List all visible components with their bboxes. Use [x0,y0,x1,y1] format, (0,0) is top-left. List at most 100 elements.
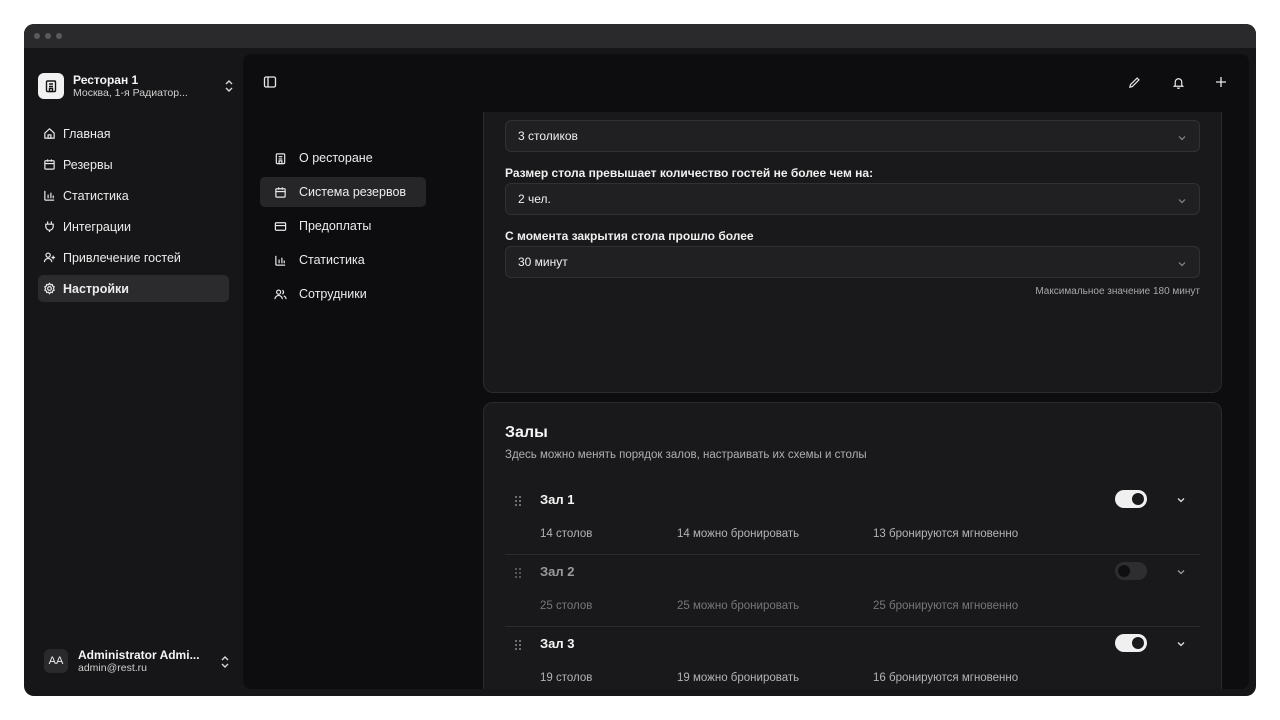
user-plus-icon [43,252,56,263]
main-nav: Главная Резервы Статистика Интеграции Пр… [38,120,229,306]
chevron-down-icon[interactable] [1173,564,1189,580]
card-icon [274,221,287,231]
main-panel: О ресторане Система резервов Предоплаты … [243,54,1249,689]
chevron-down-icon [1177,132,1187,146]
gear-icon [44,282,55,295]
closing-time-value: 30 минут [518,255,568,269]
notifications-button[interactable] [1167,71,1189,93]
top-bar [243,54,1249,112]
bar-chart-icon [275,255,286,266]
settings-nav-label: Предоплаты [299,219,372,233]
plus-icon [1216,77,1226,87]
add-button[interactable] [1210,71,1232,93]
drag-handle-icon[interactable] [514,566,522,584]
hall-bookable-count: 25 можно бронировать [677,600,800,612]
nav-item-label: Интеграции [63,219,132,234]
settings-nav-prepayments[interactable]: Предоплаты [260,211,426,241]
settings-nav-reserve-system[interactable]: Система резервов [260,177,426,207]
nav-item-home[interactable]: Главная [38,120,229,147]
plug-icon [45,221,54,233]
user-email: admin@rest.ru [78,661,148,674]
settings-nav-label: Статистика [299,253,365,267]
tables-count-value: 3 столиков [518,129,578,143]
restaurant-switcher[interactable]: Ресторан 1 Москва, 1-я Радиатор... [38,68,234,104]
hall-instant-count: 16 бронируются мгновенно [873,672,1019,684]
halls-card: Залы Здесь можно менять порядок залов, н… [483,402,1222,689]
drag-handle-icon[interactable] [514,638,522,656]
drag-handle-icon[interactable] [514,494,522,512]
sidebar: Ресторан 1 Москва, 1-я Радиатор... Главн… [24,48,243,696]
hall-enabled-toggle[interactable] [1115,562,1147,580]
settings-nav-label: Система резервов [299,185,407,199]
hall-instant-count: 13 бронируются мгновенно [873,528,1019,540]
settings-nav: О ресторане Система резервов Предоплаты … [260,143,426,313]
restaurant-logo-icon [38,73,64,99]
hall-enabled-toggle[interactable] [1115,490,1147,508]
settings-nav-label: Сотрудники [299,287,367,301]
closing-time-select[interactable]: 30 минут [505,246,1200,278]
nav-item-integrations[interactable]: Интеграции [38,213,229,240]
calendar-icon [44,159,55,170]
nav-item-reserves[interactable]: Резервы [38,151,229,178]
table-size-select[interactable]: 2 чел. [505,183,1200,215]
bar-chart-icon [44,190,55,201]
hall-name: Зал 1 [540,492,575,507]
sidebar-toggle-icon [263,76,277,88]
settings-nav-about[interactable]: О ресторане [260,143,426,173]
nav-item-statistics[interactable]: Статистика [38,182,229,209]
nav-item-label: Резервы [63,157,113,172]
chevron-down-icon[interactable] [1173,492,1189,508]
halls-subtitle: Здесь можно менять порядок залов, настра… [505,449,867,461]
app-window: Ресторан 1 Москва, 1-я Радиатор... Главн… [24,24,1256,696]
building-icon [275,152,286,164]
hall-tables-count: 19 столов [540,672,593,684]
home-icon [44,128,55,139]
avatar: AA [44,649,68,673]
chevron-up-down-icon [220,655,230,674]
chevron-down-icon [1177,258,1187,272]
table-size-value: 2 чел. [518,192,551,206]
hall-enabled-toggle[interactable] [1115,634,1147,652]
hall-tables-count: 25 столов [540,600,593,612]
window-controls[interactable] [34,33,62,39]
nav-item-label: Статистика [63,188,129,203]
hall-row: Зал 2 25 столов 25 можно бронировать 25 … [505,555,1200,627]
table-size-label: Размер стола превышает количество гостей… [505,166,874,180]
tables-count-select[interactable]: 3 столиков [505,120,1200,152]
hall-bookable-count: 14 можно бронировать [677,528,800,540]
edit-button[interactable] [1123,71,1145,93]
nav-item-label: Привлечение гостей [63,250,181,265]
halls-title: Залы [505,424,548,441]
hall-name: Зал 3 [540,636,575,651]
nav-item-label: Настройки [63,281,129,296]
calendar-icon [275,186,286,198]
reserve-settings-card: 3 столиков Размер стола превышает количе… [483,112,1222,393]
closing-time-label: С момента закрытия стола прошло более [505,229,754,243]
chevron-down-icon [1177,195,1187,209]
user-name: Administrator Admi... [78,647,200,662]
chevron-up-down-icon [224,79,234,98]
hall-row: Зал 3 19 столов 19 можно бронировать 16 … [505,627,1200,689]
user-menu[interactable]: AA Administrator Admi... admin@rest.ru [44,644,230,678]
nav-item-settings[interactable]: Настройки [38,275,229,302]
users-icon [274,289,287,299]
hall-bookable-count: 19 можно бронировать [677,672,800,684]
restaurant-address: Москва, 1-я Радиатор... [73,86,188,99]
pencil-icon [1128,76,1140,88]
restaurant-name: Ресторан 1 [73,72,139,87]
hall-tables-count: 14 столов [540,528,593,540]
sidebar-toggle-button[interactable] [259,71,281,93]
hall-name: Зал 2 [540,564,575,579]
nav-item-label: Главная [63,126,111,141]
settings-nav-staff[interactable]: Сотрудники [260,279,426,309]
settings-nav-statistics[interactable]: Статистика [260,245,426,275]
closing-time-hint: Максимальное значение 180 минут [1035,286,1200,297]
hall-instant-count: 25 бронируются мгновенно [873,600,1019,612]
title-bar [24,24,1256,48]
hall-row: Зал 1 14 столов 14 можно бронировать 13 … [505,483,1200,555]
chevron-down-icon[interactable] [1173,636,1189,652]
nav-item-guest-acquisition[interactable]: Привлечение гостей [38,244,229,271]
settings-nav-label: О ресторане [299,151,373,165]
settings-content[interactable]: 3 столиков Размер стола превышает количе… [483,112,1223,689]
bell-icon [1172,77,1184,89]
